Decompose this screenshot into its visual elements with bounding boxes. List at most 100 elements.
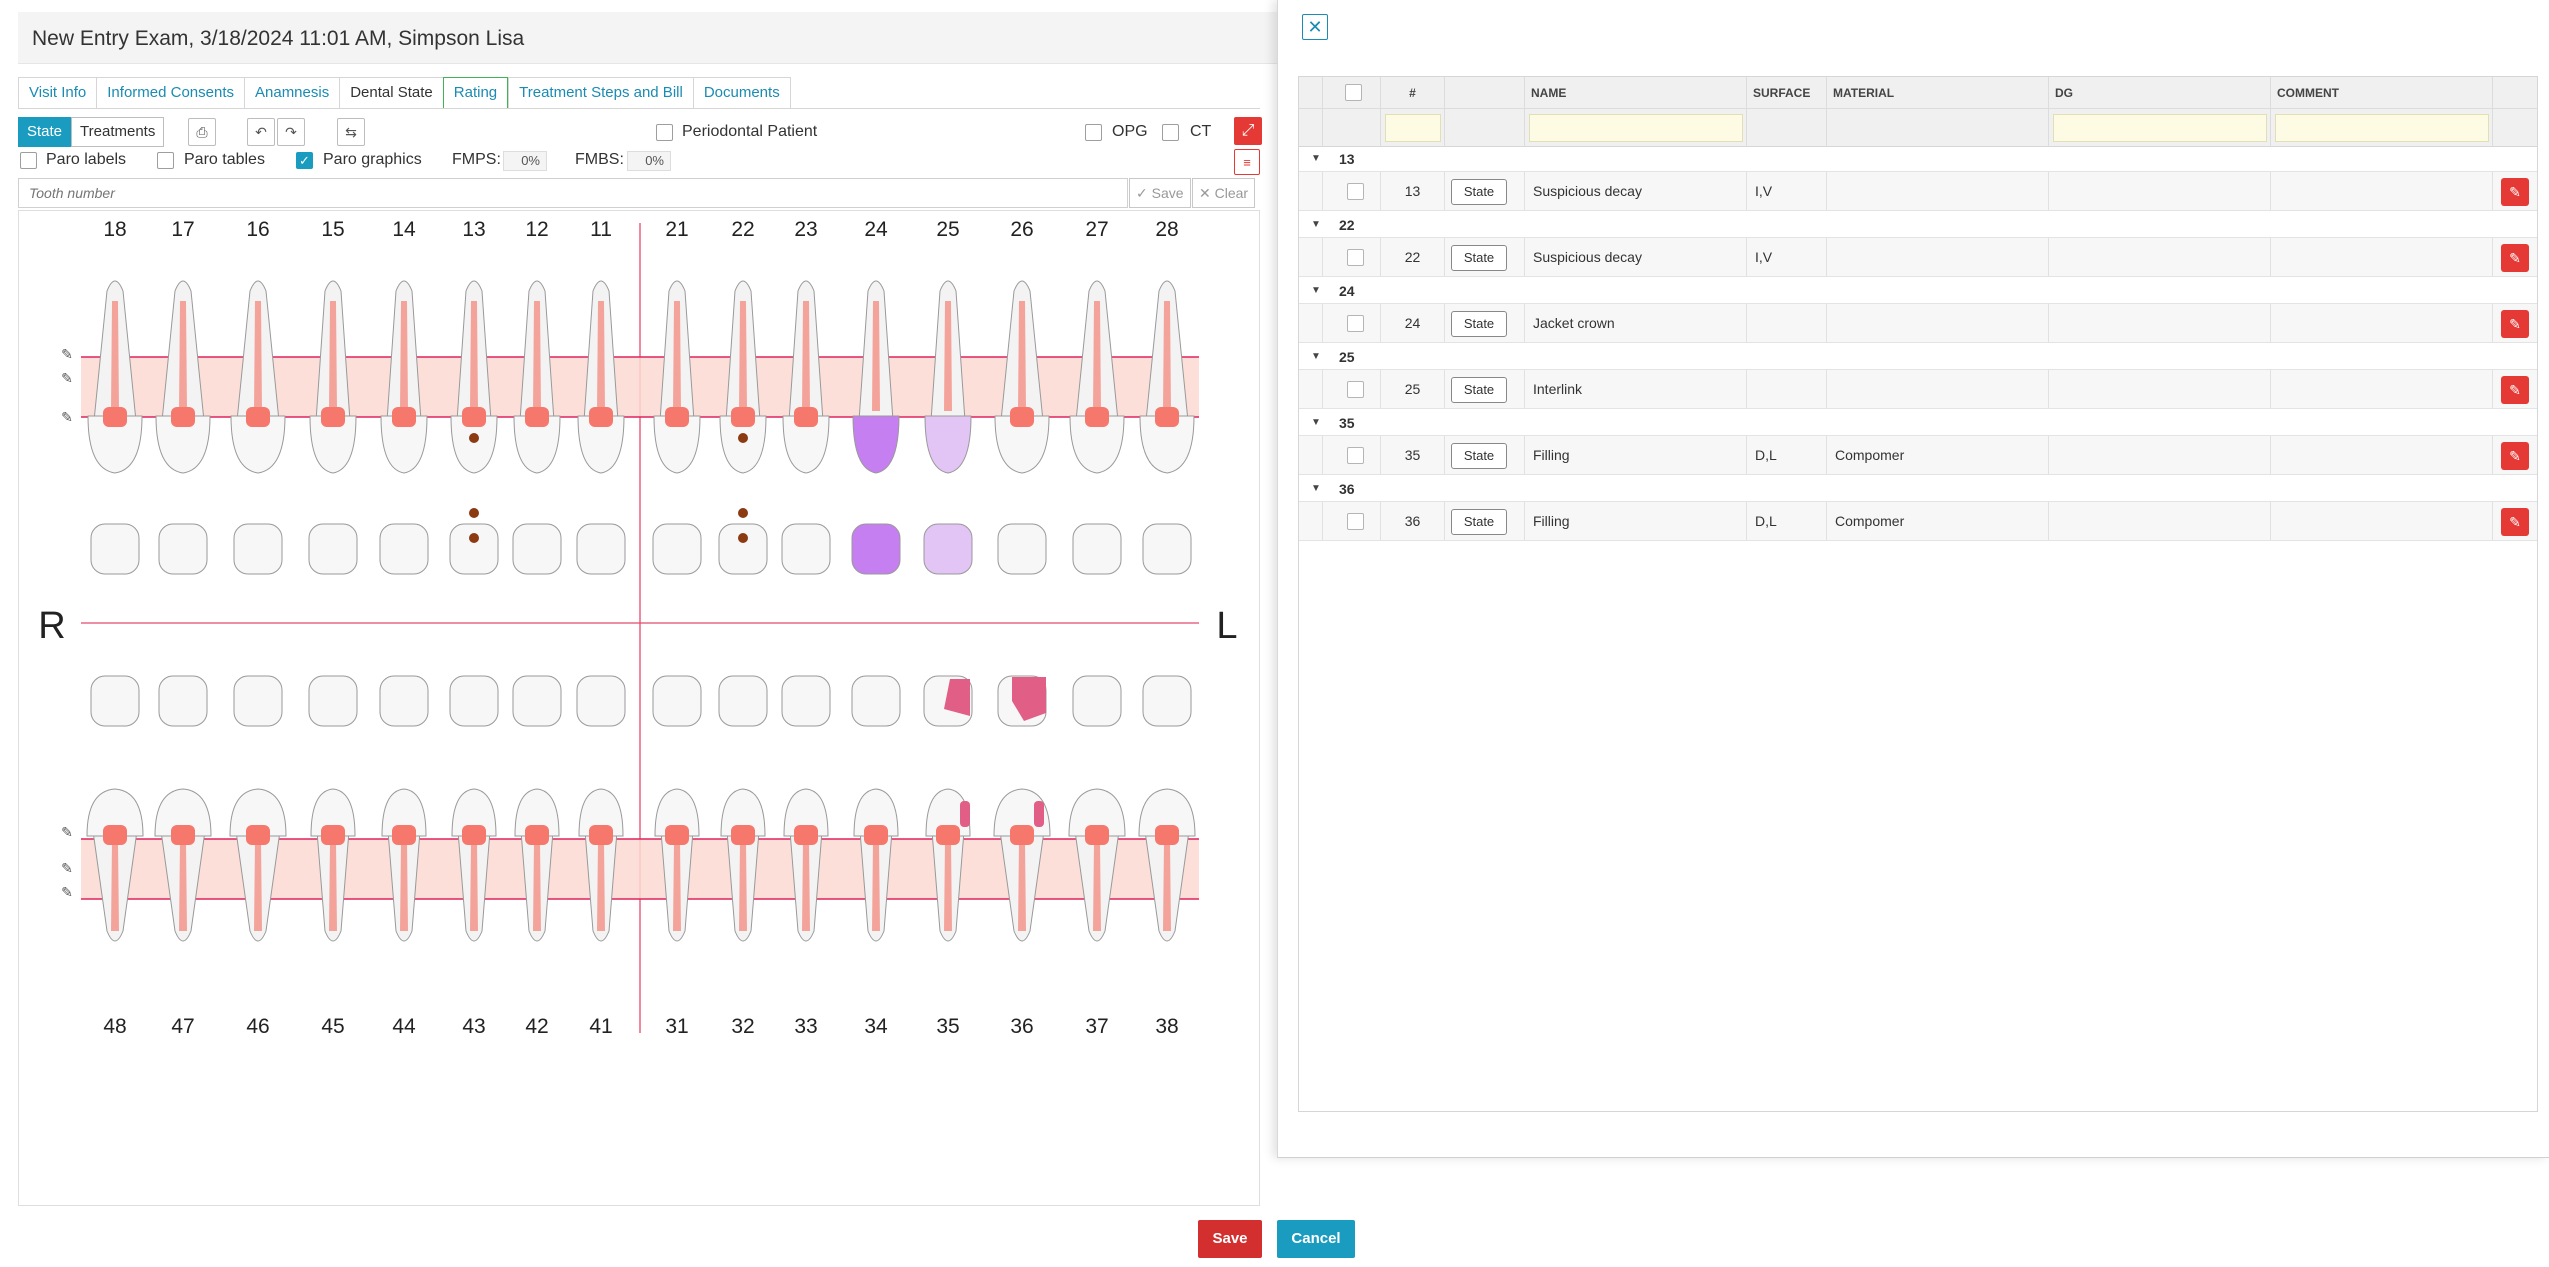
tooth-occlusal-28[interactable] xyxy=(1142,523,1192,575)
tooth-number-input[interactable] xyxy=(18,178,1128,208)
group-header[interactable]: ▼ 35 xyxy=(1299,411,2537,435)
table-row[interactable]: 36 State Filling D,L Compomer ✎ xyxy=(1299,501,2537,541)
tooth-occlusal-22[interactable] xyxy=(718,523,768,575)
tooth-occlusal-11[interactable] xyxy=(576,523,626,575)
paro-labels-checkbox[interactable] xyxy=(20,152,37,169)
filter-name-input[interactable] xyxy=(1529,114,1743,142)
paro-tables-checkbox[interactable] xyxy=(157,152,174,169)
state-button[interactable]: State xyxy=(1451,509,1507,535)
tab-documents[interactable]: Documents xyxy=(692,77,791,109)
clear-small-button[interactable]: ✕ Clear xyxy=(1192,178,1256,208)
tooth-occlusal-43[interactable] xyxy=(449,675,499,727)
tooth-occlusal-14[interactable] xyxy=(379,523,429,575)
edit-icon[interactable]: ✎ xyxy=(2501,178,2529,206)
edit-icon[interactable]: ✎ xyxy=(2501,244,2529,272)
col-name[interactable]: NAME xyxy=(1525,77,1747,109)
col-num[interactable]: # xyxy=(1381,77,1445,109)
state-toggle-button[interactable]: State xyxy=(18,117,72,147)
tooth-occlusal-17[interactable] xyxy=(158,523,208,575)
cancel-button[interactable]: Cancel xyxy=(1277,1220,1355,1258)
tooth-occlusal-13[interactable] xyxy=(449,523,499,575)
tooth-occlusal-27[interactable] xyxy=(1072,523,1122,575)
collapse-icon[interactable]: ▼ xyxy=(1311,213,1321,237)
tab-informed-consents[interactable]: Informed Consents xyxy=(96,77,244,109)
row-checkbox[interactable] xyxy=(1347,183,1364,200)
tooth-occlusal-31[interactable] xyxy=(652,675,702,727)
tooth-occlusal-12[interactable] xyxy=(512,523,562,575)
table-row[interactable]: 22 State Suspicious decay I,V ✎ xyxy=(1299,237,2537,277)
table-row[interactable]: 35 State Filling D,L Compomer ✎ xyxy=(1299,435,2537,475)
tooth-occlusal-25[interactable] xyxy=(923,523,973,575)
tooth-occlusal-42[interactable] xyxy=(512,675,562,727)
tooth-occlusal-32[interactable] xyxy=(718,675,768,727)
tooth-occlusal-15[interactable] xyxy=(308,523,358,575)
collapse-icon[interactable]: ▼ xyxy=(1311,147,1321,171)
tooth-occlusal-34[interactable] xyxy=(851,675,901,727)
table-row[interactable]: 24 State Jacket crown ✎ xyxy=(1299,303,2537,343)
tooth-occlusal-45[interactable] xyxy=(308,675,358,727)
state-button[interactable]: State xyxy=(1451,311,1507,337)
tooth-occlusal-37[interactable] xyxy=(1072,675,1122,727)
state-button[interactable]: State xyxy=(1451,377,1507,403)
collapse-icon[interactable]: ▼ xyxy=(1311,345,1321,369)
state-button[interactable]: State xyxy=(1451,179,1507,205)
group-header[interactable]: ▼ 36 xyxy=(1299,477,2537,501)
filter-comment-input[interactable] xyxy=(2275,114,2489,142)
tooth-occlusal-46[interactable] xyxy=(233,675,283,727)
tooth-occlusal-33[interactable] xyxy=(781,675,831,727)
state-button[interactable]: State xyxy=(1451,443,1507,469)
tab-dental-state[interactable]: Dental State xyxy=(339,77,443,109)
row-checkbox[interactable] xyxy=(1347,513,1364,530)
row-checkbox[interactable] xyxy=(1347,249,1364,266)
group-header[interactable]: ▼ 13 xyxy=(1299,147,2537,171)
tooth-occlusal-38[interactable] xyxy=(1142,675,1192,727)
col-comment[interactable]: COMMENT xyxy=(2271,77,2493,109)
swap-icon[interactable]: ⇆ xyxy=(337,118,365,146)
tooth-occlusal-21[interactable] xyxy=(652,523,702,575)
tooth-occlusal-26[interactable] xyxy=(997,523,1047,575)
save-button[interactable]: Save xyxy=(1198,1220,1262,1258)
redo-icon[interactable]: ↷ xyxy=(277,118,305,146)
group-header[interactable]: ▼ 24 xyxy=(1299,279,2537,303)
select-all-checkbox[interactable] xyxy=(1345,84,1362,101)
dental-chart-graphic[interactable]: 18 17 16 15 14 13 12 11 21 22 23 24 25 26 27 28 48 47 46 45… xyxy=(19,211,1261,1207)
table-row[interactable]: 25 State Interlink ✎ xyxy=(1299,369,2537,409)
filter-dg-input[interactable] xyxy=(2053,114,2267,142)
tooth-occlusal-16[interactable] xyxy=(233,523,283,575)
col-dg[interactable]: DG xyxy=(2049,77,2271,109)
opg-checkbox[interactable] xyxy=(1085,124,1102,141)
tooth-occlusal-44[interactable] xyxy=(379,675,429,727)
dental-chart[interactable]: 18 17 16 15 14 13 12 11 21 22 23 24 25 26 27 28 48 47 46 45… xyxy=(18,210,1260,1206)
tooth-occlusal-48[interactable] xyxy=(90,675,140,727)
collapse-icon[interactable]: ▼ xyxy=(1311,279,1321,303)
expand-icon[interactable]: ⤢ xyxy=(1234,117,1262,145)
tab-treatment-steps[interactable]: Treatment Steps and Bill xyxy=(508,77,693,109)
collapse-icon[interactable]: ▼ xyxy=(1311,477,1321,501)
group-header[interactable]: ▼ 25 xyxy=(1299,345,2537,369)
tab-visit-info[interactable]: Visit Info xyxy=(18,77,97,109)
tooth-occlusal-41[interactable] xyxy=(576,675,626,727)
paro-graphics-checkbox[interactable]: ✓ xyxy=(296,152,313,169)
edit-icon[interactable]: ✎ xyxy=(2501,310,2529,338)
edit-icon[interactable]: ✎ xyxy=(2501,376,2529,404)
row-checkbox[interactable] xyxy=(1347,315,1364,332)
printer-icon[interactable]: ⎙ xyxy=(188,118,216,146)
col-material[interactable]: MATERIAL xyxy=(1827,77,2049,109)
state-button[interactable]: State xyxy=(1451,245,1507,271)
row-checkbox[interactable] xyxy=(1347,381,1364,398)
tooth-occlusal-18[interactable] xyxy=(90,523,140,575)
col-surface[interactable]: SURFACE xyxy=(1747,77,1827,109)
save-small-button[interactable]: ✓ Save xyxy=(1129,178,1191,208)
tab-anamnesis[interactable]: Anamnesis xyxy=(244,77,340,109)
close-icon[interactable]: ✕ xyxy=(1302,14,1328,40)
row-checkbox[interactable] xyxy=(1347,447,1364,464)
filter-num-input[interactable] xyxy=(1385,114,1441,142)
tooth-occlusal-24[interactable] xyxy=(851,523,901,575)
group-header[interactable]: ▼ 22 xyxy=(1299,213,2537,237)
collapse-icon[interactable]: ▼ xyxy=(1311,411,1321,435)
table-row[interactable]: 13 State Suspicious decay I,V ✎ xyxy=(1299,171,2537,211)
tab-rating[interactable]: Rating xyxy=(442,77,509,109)
list-icon[interactable]: ≡ xyxy=(1234,149,1260,175)
undo-icon[interactable]: ↶ xyxy=(247,118,275,146)
ct-checkbox[interactable] xyxy=(1162,124,1179,141)
